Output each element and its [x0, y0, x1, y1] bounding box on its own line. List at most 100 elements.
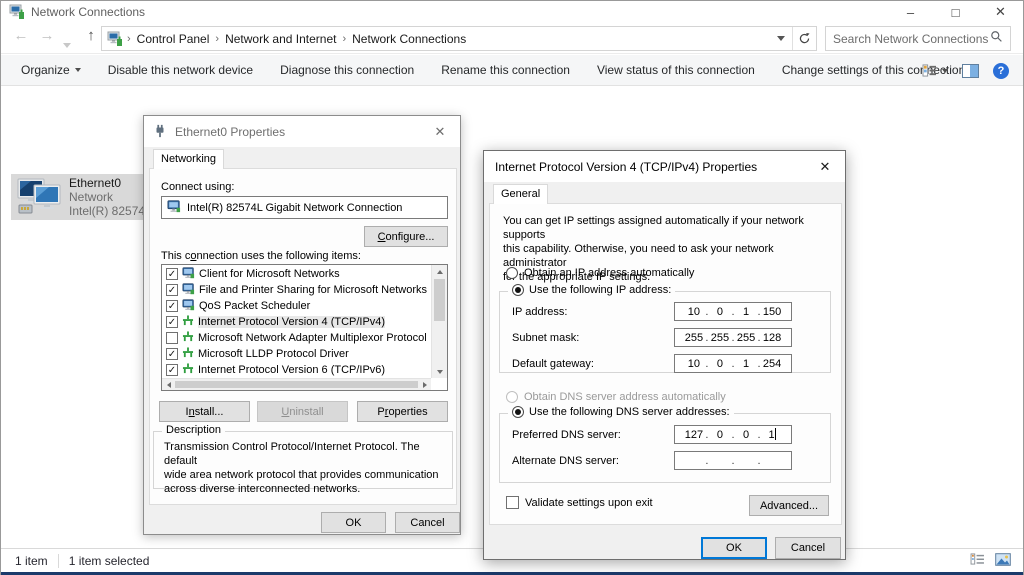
search-icon[interactable]	[990, 30, 1003, 48]
properties-button[interactable]: Properties	[357, 401, 448, 422]
ethernet-dialog-close-icon[interactable]: ✕	[420, 116, 460, 147]
horizontal-scroll-thumb[interactable]	[175, 381, 418, 388]
refresh-icon[interactable]	[792, 27, 816, 50]
toolbar-command[interactable]: Rename this connection	[441, 63, 570, 77]
back-icon[interactable]: ←	[9, 27, 33, 44]
connection-item[interactable]: Microsoft Network Adapter Multiplexor Pr…	[162, 330, 431, 346]
connection-item-label: Client for Microsoft Networks	[199, 268, 340, 280]
forward-icon[interactable]: →	[35, 27, 59, 44]
list-vertical-scrollbar[interactable]	[431, 265, 447, 378]
connection-item[interactable]: ✓ Client for Microsoft Networks	[162, 266, 431, 282]
ip-octet-field[interactable]: 255.255.255.128	[674, 328, 792, 347]
connection-device: Intel(R) 82574L	[69, 204, 152, 218]
breadcrumb-item[interactable]: Control Panel	[131, 32, 216, 46]
adapter-icon	[167, 200, 181, 216]
network-protocol-icon	[182, 315, 194, 329]
radio-obtain-dns: Obtain DNS server address automatically	[506, 391, 726, 403]
connection-item[interactable]: ✓Internet Protocol Version 4 (TCP/IPv4)	[162, 314, 431, 330]
preview-pane-icon[interactable]	[962, 64, 979, 78]
network-client-icon	[182, 283, 195, 298]
validate-checkbox-box-icon	[506, 496, 519, 509]
uninstall-button[interactable]: Uninstall	[257, 401, 348, 422]
advanced-button[interactable]: Advanced...	[749, 495, 829, 516]
checked-checkbox-icon[interactable]: ✓	[166, 284, 178, 296]
close-button[interactable]: ✕	[978, 1, 1023, 23]
ethernet-ok-button[interactable]: OK	[321, 512, 386, 533]
scroll-down-icon[interactable]	[432, 365, 447, 378]
connection-item[interactable]: ✓QoS Packet Scheduler	[162, 298, 431, 314]
list-horizontal-scrollbar[interactable]	[162, 378, 431, 390]
radio-use-dns[interactable]: Use the following DNS server addresses:	[508, 406, 734, 418]
checked-checkbox-icon[interactable]: ✓	[166, 348, 178, 360]
minimize-button[interactable]: –	[888, 1, 933, 23]
toolbar-command[interactable]: Diagnose this connection	[280, 63, 414, 77]
unchecked-checkbox-icon[interactable]	[166, 332, 178, 344]
text-cursor	[775, 428, 776, 440]
scroll-up-icon[interactable]	[432, 265, 447, 278]
details-view-icon[interactable]	[970, 553, 985, 568]
ip-octet-field[interactable]: 10.0.1.150	[674, 302, 792, 321]
ip-field-label: Default gateway:	[512, 358, 674, 370]
ip-octet-field[interactable]: 127.0.0.1	[674, 425, 792, 444]
install-button[interactable]: Install...	[159, 401, 250, 422]
connection-item[interactable]: ✓Microsoft LLDP Protocol Driver	[162, 346, 431, 362]
ipv4-properties-dialog: Internet Protocol Version 4 (TCP/IPv4) P…	[483, 150, 846, 560]
change-view-button[interactable]	[922, 64, 948, 77]
radio-use-dns-circle-icon	[512, 406, 524, 418]
breadcrumb-item[interactable]: Network and Internet	[219, 32, 342, 46]
radio-obtain-dns-circle-icon	[506, 391, 518, 403]
configure-button[interactable]: Configure...	[364, 226, 448, 247]
help-icon[interactable]: ?	[993, 63, 1009, 79]
ipv4-ok-button[interactable]: OK	[701, 537, 767, 559]
ip-octet-field[interactable]: 10.0.1.254	[674, 354, 792, 373]
radio-use-ip[interactable]: Use the following IP address:	[508, 284, 675, 296]
ethernet-cancel-button[interactable]: Cancel	[395, 512, 460, 533]
toolbar-command[interactable]: View status of this connection	[597, 63, 755, 77]
octet-dot: .	[705, 332, 708, 344]
ipv4-dialog-title: Internet Protocol Version 4 (TCP/IPv4) P…	[495, 160, 757, 174]
connection-items-list[interactable]: ✓ Client for Microsoft Networks ✓File and …	[161, 264, 448, 391]
octet-dot: .	[758, 332, 761, 344]
octet-value: 0	[709, 358, 730, 370]
ipv4-dialog-close-icon[interactable]: ✕	[805, 151, 845, 182]
ip-octet-field[interactable]: ...	[674, 451, 792, 470]
octet-value: 255	[683, 332, 704, 344]
search-box[interactable]	[825, 26, 1011, 51]
ethernet-dialog-title: Ethernet0 Properties	[175, 125, 285, 139]
checked-checkbox-icon[interactable]: ✓	[166, 268, 178, 280]
history-chevron-icon[interactable]	[63, 35, 71, 53]
command-toolbar: Organize Disable this network device Diag…	[1, 55, 1023, 86]
ip-field-row: Alternate DNS server:...	[512, 451, 792, 470]
view-chevron-icon	[942, 69, 948, 73]
ipv4-cancel-button[interactable]: Cancel	[775, 537, 841, 559]
octet-value: 10	[683, 358, 704, 370]
maximize-button[interactable]: □	[933, 1, 978, 23]
address-dropdown-icon[interactable]	[770, 27, 792, 50]
scroll-left-icon[interactable]	[162, 379, 175, 390]
vertical-scroll-thumb[interactable]	[434, 279, 445, 321]
tab-networking[interactable]: Networking	[153, 149, 224, 169]
breadcrumb-item[interactable]: Network Connections	[346, 32, 472, 46]
tab-general[interactable]: General	[493, 184, 548, 204]
large-icons-view-icon[interactable]	[995, 553, 1011, 569]
connection-item[interactable]: ✓Internet Protocol Version 6 (TCP/IPv6)	[162, 362, 431, 378]
validate-checkbox[interactable]: Validate settings upon exit	[506, 496, 653, 509]
search-input[interactable]	[826, 32, 990, 46]
scroll-right-icon[interactable]	[418, 379, 431, 390]
checked-checkbox-icon[interactable]: ✓	[166, 300, 178, 312]
up-icon[interactable]: ↑	[79, 27, 103, 44]
checked-checkbox-icon[interactable]: ✓	[166, 316, 178, 328]
window-title: Network Connections	[31, 5, 145, 19]
connection-item[interactable]: ✓File and Printer Sharing for Microsoft …	[162, 282, 431, 298]
toolbar-command[interactable]: Disable this network device	[108, 63, 253, 77]
address-bar[interactable]: ›Control Panel›Network and Internet›Netw…	[101, 26, 817, 51]
checked-checkbox-icon[interactable]: ✓	[166, 364, 178, 376]
organize-button[interactable]: Organize	[21, 63, 81, 77]
ethernet-dialog-titlebar: Ethernet0 Properties ✕	[144, 116, 460, 147]
connection-status: Network	[69, 190, 152, 204]
octet-dot: .	[731, 306, 734, 318]
connection-items-label: This connection uses the following items…	[161, 250, 361, 262]
octet-dot: .	[705, 455, 708, 467]
radio-obtain-ip[interactable]: Obtain an IP address automatically	[506, 267, 694, 279]
octet-dot: .	[758, 306, 761, 318]
